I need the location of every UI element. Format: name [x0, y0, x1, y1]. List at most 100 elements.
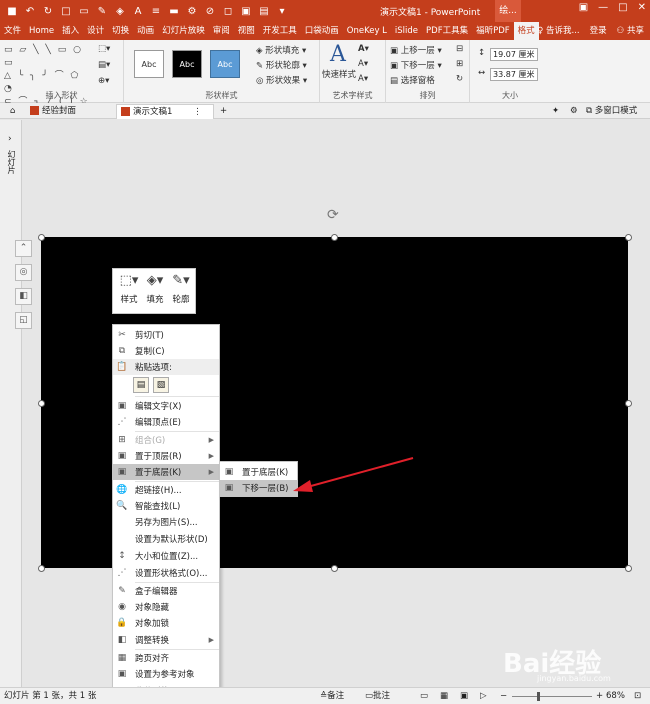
bring-forward-button[interactable]: ▣ 上移一层 ▾ [390, 44, 442, 56]
paste-picture-icon[interactable]: ▧ [153, 377, 169, 393]
collapse-icon[interactable]: ⌃ [15, 240, 32, 257]
fill-icon[interactable]: ◈ [114, 6, 126, 17]
home-icon[interactable]: ⌂ [6, 104, 19, 119]
resize-handle[interactable] [38, 400, 45, 407]
undo-icon[interactable]: ↶ [24, 6, 36, 17]
zoom-slider[interactable] [512, 696, 592, 697]
reading-view-icon[interactable]: ▣ [460, 688, 468, 704]
normal-view-icon[interactable]: ▭ [420, 688, 428, 704]
menu-item-object-lock[interactable]: 🔒 对象加锁 [113, 615, 219, 631]
notes-button[interactable]: ≙ 备注 [320, 688, 344, 704]
doc-tab-cover[interactable]: 经验封面 [26, 104, 80, 119]
text-box-icon[interactable]: ▤▾ [98, 60, 110, 70]
zoom-level[interactable]: 68% [606, 688, 625, 704]
menu-item-format-shape[interactable]: ⋰ 设置形状格式(O)... [113, 565, 219, 581]
menu-item-cut[interactable]: ✂ 剪切(T) [113, 327, 219, 343]
comments-button[interactable]: ▭ 批注 [365, 688, 390, 704]
rotate-handle-icon[interactable]: ⟳ [327, 207, 339, 223]
redo-icon[interactable]: ↻ [42, 6, 54, 17]
fit-slide-icon[interactable]: ⊡ [634, 688, 641, 704]
send-backward-button[interactable]: ▣ 下移一层 ▾ [390, 59, 442, 71]
style-sample-white[interactable]: Abc [134, 50, 164, 78]
zoom-slider-thumb[interactable] [537, 692, 540, 701]
menu-item-object-hide[interactable]: ◉ 对象隐藏 [113, 599, 219, 615]
new-icon[interactable]: □ [60, 6, 72, 17]
edit-shape-icon[interactable]: ⬚▾ [98, 44, 110, 54]
maximize-icon[interactable]: □ [618, 2, 627, 13]
tab-10[interactable]: 口袋动画 [301, 22, 343, 40]
gear-icon[interactable]: ⚙ [186, 6, 198, 17]
settings-icon[interactable]: ⚙ [566, 104, 582, 119]
text-fill-icon[interactable]: A▾ [358, 44, 369, 54]
more-icon[interactable]: ▾ [276, 6, 288, 17]
tab-8[interactable]: 视图 [234, 22, 259, 40]
menu-item-set-default[interactable]: 设置为默认形状(D) [113, 531, 219, 547]
shape-icon[interactable]: ◻ [222, 6, 234, 17]
tab-12[interactable]: iSlide [391, 22, 422, 40]
login-button[interactable]: 登录 [590, 22, 607, 40]
menu-item-hyperlink[interactable]: 🌐 超链接(H)... [113, 482, 219, 498]
align-icon[interactable]: ⊟ [456, 44, 463, 54]
resize-handle[interactable] [38, 234, 45, 241]
tab-2[interactable]: 插入 [58, 22, 83, 40]
menu-item-adjust-convert[interactable]: ◧ 调整转换 ▶ [113, 632, 219, 648]
ribbon-display-icon[interactable]: ▣ [579, 2, 588, 13]
menu-item-smart-lookup[interactable]: 🔍 智能查找(L) [113, 498, 219, 514]
save-icon[interactable]: ■ [6, 6, 18, 17]
pin-icon[interactable]: ✦ [548, 104, 563, 119]
resize-handle[interactable] [625, 400, 632, 407]
shape-effects-button[interactable]: ◎ 形状效果 ▾ [256, 74, 307, 86]
align-icon[interactable]: ≡ [150, 6, 162, 17]
menu-item-size-position[interactable]: ↕ 大小和位置(Z)... [113, 548, 219, 564]
tab-7[interactable]: 审阅 [209, 22, 234, 40]
resize-handle[interactable] [38, 565, 45, 572]
slide-sorter-icon[interactable]: ▦ [440, 688, 448, 704]
style-sample-black[interactable]: Abc [172, 50, 202, 78]
ruler-icon[interactable]: ▬ [168, 6, 180, 17]
menu-item-box-editor[interactable]: ✎ 盒子编辑器 [113, 583, 219, 599]
tell-me-button[interactable]: ♀ 告诉我... [537, 22, 580, 40]
menu-item-cross-page-align[interactable]: ▦ 跨页对齐 [113, 650, 219, 666]
menu-item-send-to-back[interactable]: ▣ 置于底层(K) ▶ [113, 464, 219, 480]
menu-item-edit-text[interactable]: ▣ 编辑文字(X) [113, 398, 219, 414]
link-icon[interactable]: ⊘ [204, 6, 216, 17]
ungroup-icon[interactable]: ▤ [258, 6, 270, 17]
expand-chevron-icon[interactable]: › [8, 134, 12, 144]
menu-item-copy[interactable]: ⧉ 复制(C) [113, 343, 219, 359]
submenu-item-send-backward[interactable]: ▣ 下移一层(B) [220, 480, 297, 496]
close-icon[interactable]: ✕ [638, 2, 646, 13]
new-tab-icon[interactable]: + [216, 104, 231, 119]
group-objects-icon[interactable]: ⊞ [456, 59, 463, 69]
layers-icon[interactable]: ◧ [15, 288, 32, 305]
wordart-a-icon[interactable]: A [330, 42, 346, 67]
crop-icon[interactable]: ◱ [15, 312, 32, 329]
tab-3[interactable]: 设计 [83, 22, 108, 40]
submenu-item-send-to-back[interactable]: ▣ 置于底层(K) [220, 464, 297, 480]
doc-tab-presentation[interactable]: 演示文稿1 ⋮ ✕ [116, 104, 214, 131]
open-icon[interactable]: ▭ [78, 6, 90, 17]
tab-0[interactable]: 文件 [0, 22, 25, 40]
menu-item-set-reference[interactable]: ▣ 设置为参考对象 [113, 666, 219, 682]
shape-outline-button[interactable]: ✎ 形状轮廓 ▾ [256, 59, 307, 71]
paste-keep-format-icon[interactable]: ▤ [133, 377, 149, 393]
tab-menu-icon[interactable]: ⋮ [193, 107, 202, 117]
tab-4[interactable]: 切换 [108, 22, 133, 40]
resize-handle[interactable] [331, 565, 338, 572]
menu-item-bring-to-front[interactable]: ▣ 置于顶层(R) ▶ [113, 448, 219, 464]
group-icon[interactable]: ▣ [240, 6, 252, 17]
menu-item-edit-points[interactable]: ⋰ 编辑顶点(E) [113, 414, 219, 430]
selection-pane-button[interactable]: ▤ 选择窗格 [390, 74, 435, 86]
mini-fill-button[interactable]: ◈▾ 填充 [142, 273, 168, 305]
tab-15[interactable]: 格式 [513, 22, 539, 40]
slideshow-icon[interactable]: ▷ [480, 688, 487, 704]
height-input[interactable]: 19.07 厘米 [490, 48, 538, 61]
target-icon[interactable]: ◎ [15, 264, 32, 281]
zoom-in-icon[interactable]: + [596, 688, 603, 704]
text-effects-icon[interactable]: A▾ [358, 74, 368, 84]
resize-handle[interactable] [331, 234, 338, 241]
quick-styles-button[interactable]: 快速样式 [322, 68, 356, 80]
tab-11[interactable]: OneKey L [343, 22, 391, 40]
menu-item-save-as-picture[interactable]: 另存为图片(S)... [113, 514, 219, 530]
mini-outline-button[interactable]: ✎▾ 轮廓 [168, 273, 194, 305]
tab-5[interactable]: 动画 [133, 22, 158, 40]
